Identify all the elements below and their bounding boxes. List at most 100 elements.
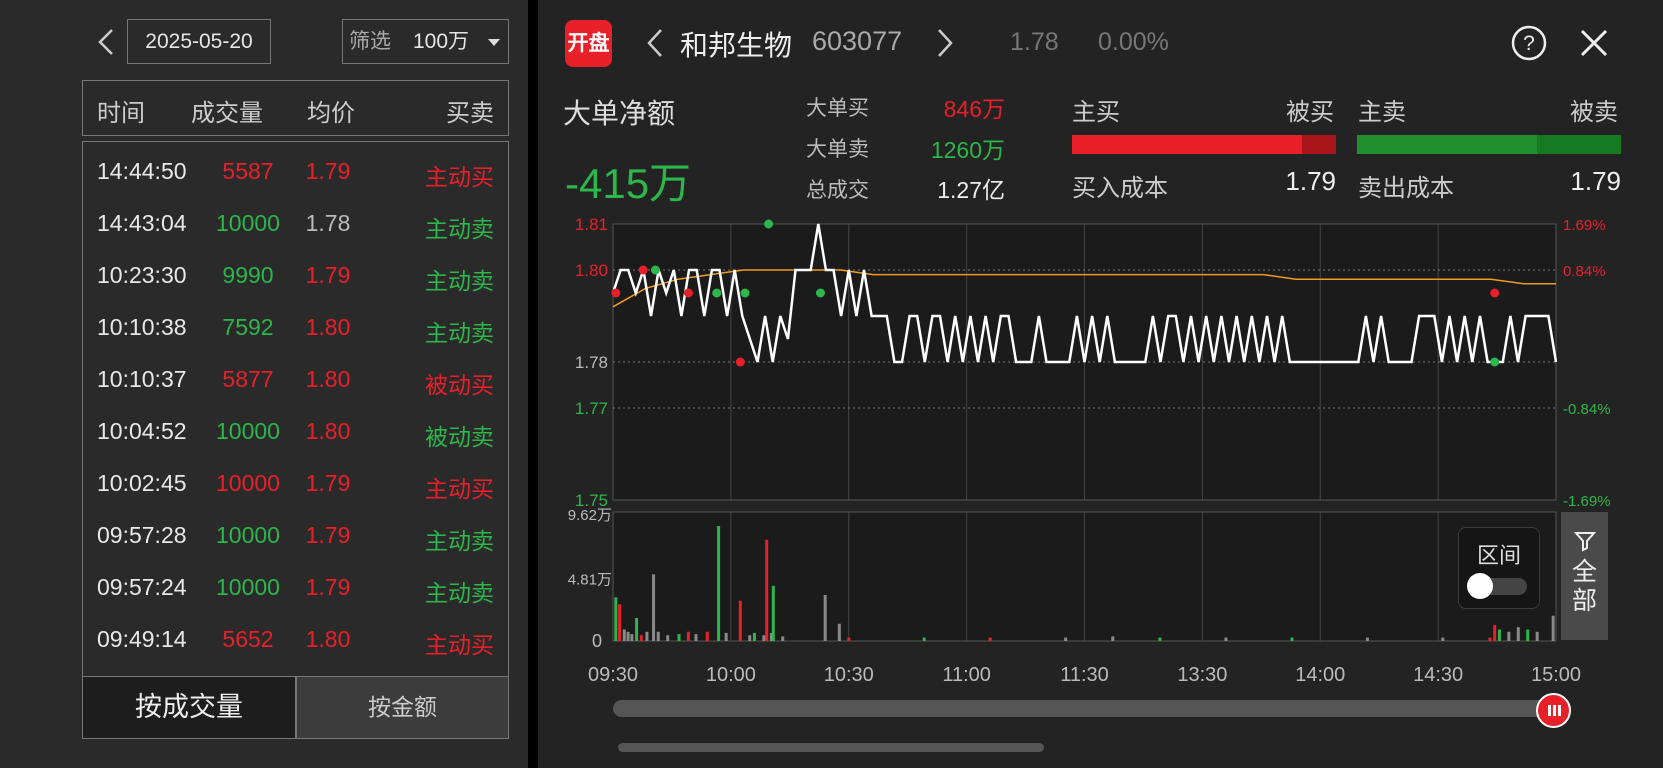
table-row[interactable]: 09:57:28 10000 1.79 主动卖 <box>83 510 508 562</box>
range-toggle-label: 区间 <box>1476 543 1521 568</box>
close-icon[interactable] <box>1579 28 1609 58</box>
y-axis-pct-label: 0.84% <box>1563 263 1606 280</box>
trade-marker <box>611 288 621 298</box>
row-side: 主动卖 <box>425 320 494 346</box>
volume-bar <box>677 634 681 641</box>
y-axis-label: 1.78 <box>575 353 608 372</box>
volume-bar <box>618 604 622 641</box>
row-time: 09:49:14 <box>97 626 187 652</box>
intraday-chart[interactable]: 1.81 1.69%1.80 0.84%1.781.77 -0.84%1.75 -1.6… <box>538 200 1663 720</box>
volume-bar <box>1158 637 1162 641</box>
row-price: 1.80 <box>305 418 351 444</box>
range-toggle-knob[interactable] <box>1467 573 1493 599</box>
volume-bar <box>762 635 766 641</box>
chevron-left-icon[interactable] <box>92 24 122 60</box>
col-time: 时间 <box>97 100 145 127</box>
time-range-slider-handle[interactable] <box>1536 693 1571 728</box>
main-buy-label: 主买 <box>1072 99 1120 126</box>
volume-bar <box>622 629 626 641</box>
row-time: 10:10:38 <box>97 314 187 340</box>
volume-bar <box>988 637 992 641</box>
col-volume: 成交量 <box>191 100 263 127</box>
volume-axis-label: 9.62万 <box>568 507 612 524</box>
volume-bar <box>724 632 728 641</box>
row-side: 被动卖 <box>425 424 494 450</box>
table-header: 时间 成交量 均价 买卖 <box>82 80 509 136</box>
volume-bar <box>771 585 775 641</box>
table-row[interactable]: 14:44:50 5587 1.79 主动买 <box>83 146 508 198</box>
table-row[interactable]: 10:10:37 5877 1.80 被动买 <box>83 354 508 406</box>
volume-bar <box>1507 631 1511 641</box>
volume-bar <box>686 631 690 641</box>
trade-marker <box>650 265 660 275</box>
volume-axis-label: 4.81万 <box>568 572 612 589</box>
big-buy-value: 846万 <box>943 96 1005 122</box>
table-row[interactable]: 09:57:24 10000 1.79 主动卖 <box>83 562 508 614</box>
y-axis-pct-label: -0.84% <box>1563 401 1611 418</box>
row-side: 主动买 <box>425 632 494 658</box>
buy-cost-value: 1.79 <box>1285 166 1336 196</box>
row-price: 1.78 <box>305 210 351 236</box>
range-toggle-card: 区间 <box>1458 527 1540 609</box>
row-price: 1.79 <box>305 470 351 496</box>
row-time: 10:23:30 <box>97 262 187 288</box>
table-row[interactable]: 10:04:52 10000 1.80 被动卖 <box>83 406 508 458</box>
volume-bar <box>717 526 721 641</box>
filter-dropdown[interactable]: 筛选 100万 <box>342 19 509 64</box>
volume-bar <box>748 635 752 641</box>
row-time: 10:04:52 <box>97 418 187 444</box>
row-side: 主动买 <box>425 164 494 190</box>
passive-buy-bar <box>1302 135 1336 154</box>
table-row[interactable]: 14:43:04 10000 1.78 主动卖 <box>83 198 508 250</box>
prev-stock-icon[interactable] <box>643 26 667 60</box>
filter-value: 100万 <box>413 30 470 53</box>
row-time: 09:57:28 <box>97 522 187 548</box>
volume-bar <box>1224 637 1228 641</box>
volume-bar <box>1551 615 1555 641</box>
by-amount-button[interactable]: 按金额 <box>296 676 509 739</box>
trade-marker <box>638 265 648 275</box>
table-row[interactable]: 10:10:38 7592 1.80 主动卖 <box>83 302 508 354</box>
row-price: 1.80 <box>305 314 351 340</box>
caret-down-icon <box>488 39 500 46</box>
volume-bar <box>1493 624 1497 641</box>
volume-bar <box>666 635 670 641</box>
col-price: 均价 <box>307 100 355 127</box>
horizontal-scrollbar[interactable] <box>618 743 1044 752</box>
main-sell-label: 主卖 <box>1358 99 1406 126</box>
trade-list-panel: 2025-05-20 筛选 100万 时间 成交量 均价 买卖 14:44:50… <box>0 0 528 768</box>
table-row[interactable]: 10:02:45 10000 1.79 主动买 <box>83 458 508 510</box>
x-axis-label: 11:30 <box>1060 664 1109 686</box>
svg-text:?: ? <box>1523 32 1535 55</box>
x-axis-label: 11:00 <box>942 664 991 686</box>
table-row[interactable]: 09:49:14 5652 1.80 主动买 <box>83 614 508 666</box>
by-volume-button[interactable]: 按成交量 <box>82 676 296 739</box>
sell-cost-value: 1.79 <box>1570 166 1621 196</box>
y-axis-label: 1.77 <box>575 399 608 418</box>
side-filter-button[interactable]: 全部 <box>1561 512 1608 640</box>
y-axis-label: 1.80 <box>575 261 608 280</box>
row-side: 被动买 <box>425 372 494 398</box>
stock-change-pct: 0.00% <box>1098 28 1169 56</box>
volume-bar <box>922 637 926 641</box>
x-axis-label: 14:00 <box>1295 664 1345 686</box>
time-range-slider-track[interactable] <box>613 700 1571 717</box>
volume-bar <box>752 632 756 641</box>
passive-buy-label: 被买 <box>1286 99 1334 126</box>
date-picker[interactable]: 2025-05-20 <box>127 19 271 64</box>
volume-bar <box>639 635 643 641</box>
trade-marker <box>764 219 774 229</box>
big-buy-label: 大单买 <box>806 97 869 120</box>
app-logo: 开盘 <box>565 20 612 67</box>
x-axis-label: 15:00 <box>1531 664 1581 686</box>
filter-funnel-icon <box>1574 532 1596 552</box>
help-icon[interactable]: ? <box>1511 25 1547 61</box>
table-row[interactable]: 10:23:30 9990 1.79 主动卖 <box>83 250 508 302</box>
x-axis-label: 10:00 <box>706 664 756 686</box>
x-axis-label: 14:30 <box>1413 664 1463 686</box>
next-stock-icon[interactable] <box>933 26 957 60</box>
trade-marker <box>815 288 825 298</box>
volume-bar <box>645 631 649 641</box>
row-side: 主动卖 <box>425 528 494 554</box>
panel-divider <box>528 0 538 768</box>
